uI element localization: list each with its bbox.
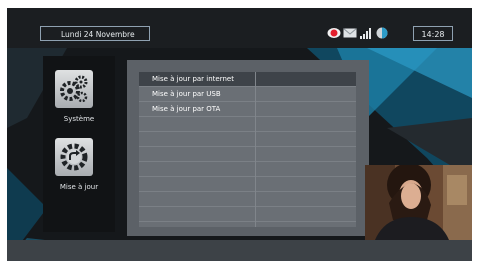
tv-frame: Lundi 24 Novembre 14:28 Système Mise à j… xyxy=(7,8,472,261)
menu-row-empty xyxy=(139,147,356,162)
sidebar-item-label: Mise à jour xyxy=(59,183,99,191)
screen: Lundi 24 Novembre 14:28 Système Mise à j… xyxy=(0,0,479,268)
menu-item-label: Mise à jour par internet xyxy=(152,75,234,83)
sidebar: Système Mise à jour xyxy=(43,56,115,232)
bottom-bar xyxy=(7,240,472,261)
menu-row-empty xyxy=(139,207,356,222)
column-divider xyxy=(255,72,256,227)
menu-row-empty xyxy=(139,192,356,207)
network-icon xyxy=(376,27,388,39)
menu-item-label: Mise à jour par OTA xyxy=(152,105,221,113)
menu-row-empty xyxy=(139,162,356,177)
signal-bars-icon xyxy=(360,28,371,39)
gears-icon xyxy=(55,70,93,108)
menu-list: Mise à jour par internet Mise à jour par… xyxy=(139,72,356,227)
menu-item-usb[interactable]: Mise à jour par USB xyxy=(139,87,356,102)
clock: 14:28 xyxy=(413,26,453,41)
mail-icon xyxy=(343,28,357,38)
menu-item-label: Mise à jour par USB xyxy=(152,90,221,98)
menu-row-empty xyxy=(139,117,356,132)
update-gear-icon xyxy=(55,138,93,176)
menu-row-empty xyxy=(139,177,356,192)
menu-item-internet[interactable]: Mise à jour par internet xyxy=(139,72,356,87)
live-tv-preview xyxy=(365,165,472,240)
date-display: Lundi 24 Novembre xyxy=(40,26,150,41)
record-icon xyxy=(327,28,341,38)
sidebar-item-label: Système xyxy=(63,115,95,123)
menu-item-ota[interactable]: Mise à jour par OTA xyxy=(139,102,356,117)
menu-row-empty xyxy=(139,132,356,147)
